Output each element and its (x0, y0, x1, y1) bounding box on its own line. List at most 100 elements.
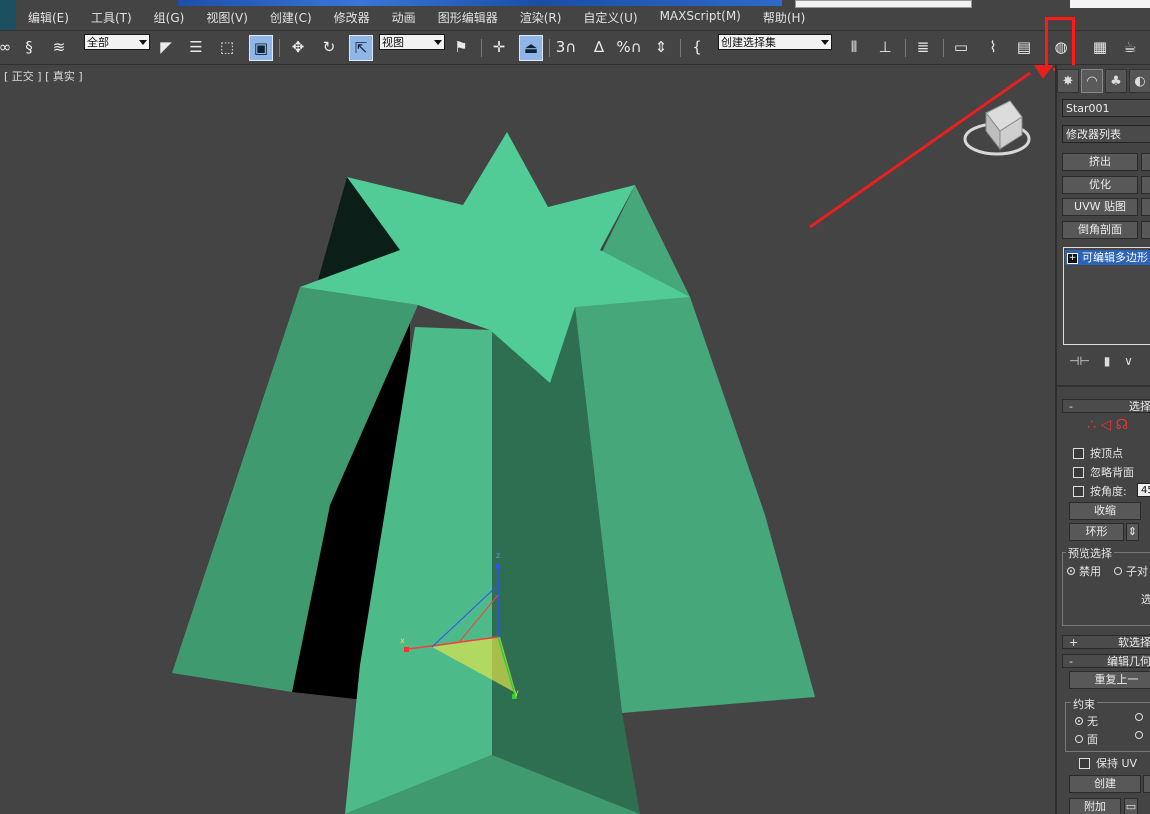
menu-help[interactable]: 帮助(H) (763, 9, 805, 26)
layer-manager-icon[interactable]: ≣ (912, 35, 934, 59)
attach-button[interactable]: 附加 (1069, 798, 1121, 814)
named-selection-dropdown[interactable]: 创建选择集 (718, 34, 832, 50)
rendered-frame-icon[interactable]: ☕ (1119, 35, 1141, 59)
constraint-face-radio[interactable]: 面 (1075, 731, 1098, 747)
selection-filter-dropdown[interactable]: 全部 (84, 34, 150, 50)
scale-icon[interactable]: ⇱ (349, 35, 373, 61)
constraint-normal-radio[interactable] (1135, 731, 1147, 739)
menu-group[interactable]: 组(G) (154, 9, 185, 26)
modify-tab-icon[interactable]: ◠ (1081, 69, 1103, 93)
constraint-none-radio[interactable]: 无 (1075, 713, 1098, 729)
select-manipulate-icon[interactable]: ✛ (488, 35, 510, 59)
preserve-uv-checkbox[interactable]: 保持 UV (1079, 755, 1137, 771)
constraint-edge-radio[interactable] (1135, 713, 1147, 721)
extrude-button[interactable]: 挤出 (1062, 153, 1138, 171)
extra-button[interactable] (1141, 198, 1150, 216)
expand-icon[interactable]: + (1067, 252, 1078, 264)
snap-toggle-icon[interactable]: 3 ∩ (555, 35, 577, 59)
radio-label: 无 (1087, 715, 1098, 728)
window-controls[interactable] (1070, 0, 1150, 8)
menu-animation[interactable]: 动画 (392, 9, 416, 26)
keyboard-shortcut-icon[interactable]: ⏏ (519, 35, 543, 61)
bevel-profile-button[interactable]: 倒角剖面 (1062, 221, 1138, 239)
ring-button[interactable]: 环形 (1069, 523, 1124, 541)
show-end-result-icon[interactable]: ▮ (1104, 354, 1111, 368)
render-setup-icon[interactable]: ▦ (1089, 35, 1111, 59)
object-name-field[interactable]: Star001 (1062, 99, 1150, 117)
link-icon[interactable]: ∞ (0, 35, 16, 59)
make-unique-icon[interactable]: ∨ (1124, 354, 1133, 368)
hierarchy-tab-icon[interactable]: ♣ (1105, 69, 1127, 93)
schematic-view-icon[interactable]: ▤ (1013, 35, 1035, 59)
arrow-shaft (809, 71, 1031, 229)
menu-graph-editors[interactable]: 图形编辑器 (438, 9, 498, 26)
rect-selection-icon[interactable]: ⬚ (216, 35, 238, 59)
uvw-map-button[interactable]: UVW 贴图 (1062, 198, 1138, 216)
ring-spinner[interactable]: ⇕ (1126, 523, 1139, 541)
select-by-name-icon[interactable]: ☰ (185, 35, 207, 59)
spinner-snap-icon[interactable]: ⇕ (650, 35, 672, 59)
create-button[interactable]: 创建 (1069, 775, 1141, 793)
border-icon[interactable]: ☊ (1116, 417, 1128, 433)
stack-item-editable-poly[interactable]: + 可编辑多边形 (1065, 250, 1150, 265)
rotate-icon[interactable]: ↻ (318, 35, 340, 59)
radio-label: 面 (1087, 733, 1098, 746)
create-tab-icon[interactable]: ✸ (1057, 69, 1079, 93)
optimize-button[interactable]: 优化 (1062, 176, 1138, 194)
by-vertex-checkbox[interactable]: 按顶点 (1073, 445, 1123, 461)
menu-create[interactable]: 创建(C) (270, 9, 312, 26)
preview-disabled-radio[interactable]: 禁用 (1067, 563, 1101, 579)
align-icon[interactable]: ⊥ (874, 35, 896, 59)
window-crossing-icon[interactable]: ▣ (249, 35, 273, 61)
selection-rollout-header[interactable]: - 选择 (1062, 399, 1150, 413)
percent-snap-icon[interactable]: % ∩ (616, 35, 641, 59)
viewport[interactable]: z x y [ 正交 ] [ 真实 ] (0, 65, 1053, 814)
extra-button[interactable] (1141, 176, 1150, 194)
edit-geometry-rollout-header[interactable]: - 编辑几何 (1062, 654, 1150, 668)
bind-space-warp-icon[interactable]: ≋ (48, 35, 70, 59)
separator (279, 39, 280, 57)
menu-customize[interactable]: 自定义(U) (583, 9, 637, 26)
app-logo[interactable] (0, 0, 16, 30)
edge-icon[interactable]: ◁ (1100, 417, 1111, 433)
modifier-stack[interactable]: + 可编辑多边形 (1063, 247, 1150, 345)
viewport-scene[interactable]: z x y (0, 65, 1053, 814)
select-object-icon[interactable]: ◤ (155, 35, 177, 59)
vertex-icon[interactable]: ∴ (1087, 417, 1096, 433)
soft-selection-rollout-header[interactable]: + 软选择 (1062, 635, 1150, 649)
angle-snap-icon[interactable]: ∆ (588, 35, 610, 59)
attach-settings-icon[interactable]: ▭ (1124, 798, 1138, 814)
divider (1057, 385, 1150, 387)
angle-value-input[interactable]: 45 (1137, 483, 1150, 497)
toggle-ribbon-icon[interactable]: ▭ (950, 35, 972, 59)
chevron-down-icon (139, 40, 147, 45)
repeat-last-button[interactable]: 重复上一 (1069, 671, 1150, 689)
by-angle-checkbox[interactable]: 按角度: (1073, 483, 1127, 499)
viewport-label[interactable]: [ 正交 ] [ 真实 ] (4, 68, 83, 84)
menu-views[interactable]: 视图(V) (206, 9, 248, 26)
menu-tools[interactable]: 工具(T) (91, 9, 132, 26)
menu-rendering[interactable]: 渲染(R) (520, 9, 562, 26)
ignore-backface-checkbox[interactable]: 忽略背面 (1073, 464, 1134, 480)
extra-button[interactable] (1141, 221, 1150, 239)
view-cube-icon[interactable] (963, 100, 1031, 156)
edit-named-selection-icon[interactable]: { (686, 35, 708, 59)
radio-dot (1067, 567, 1075, 575)
ref-coord-dropdown[interactable]: 视图 (379, 34, 445, 50)
pin-stack-icon[interactable]: ⊣⊢ (1069, 354, 1090, 368)
shrink-button[interactable]: 收缩 (1069, 502, 1141, 520)
unlink-icon[interactable]: § (18, 35, 40, 59)
pivot-center-icon[interactable]: ⚑ (450, 35, 472, 59)
search-input[interactable] (795, 0, 972, 8)
extra-button[interactable] (1143, 775, 1150, 793)
move-icon[interactable]: ✥ (287, 35, 309, 59)
preview-subobject-radio[interactable]: 子对 (1114, 563, 1148, 579)
menu-modifiers[interactable]: 修改器 (334, 9, 370, 26)
extra-button[interactable] (1141, 153, 1150, 171)
mirror-icon[interactable]: ⫴ (843, 35, 865, 59)
menu-edit[interactable]: 编辑(E) (28, 9, 69, 26)
modifier-list-dropdown[interactable]: 修改器列表 (1062, 125, 1150, 143)
motion-tab-icon[interactable]: ◐ (1129, 69, 1150, 93)
curve-editor-icon[interactable]: ⌇ (982, 35, 1004, 59)
menu-maxscript[interactable]: MAXScript(M) (660, 9, 741, 26)
